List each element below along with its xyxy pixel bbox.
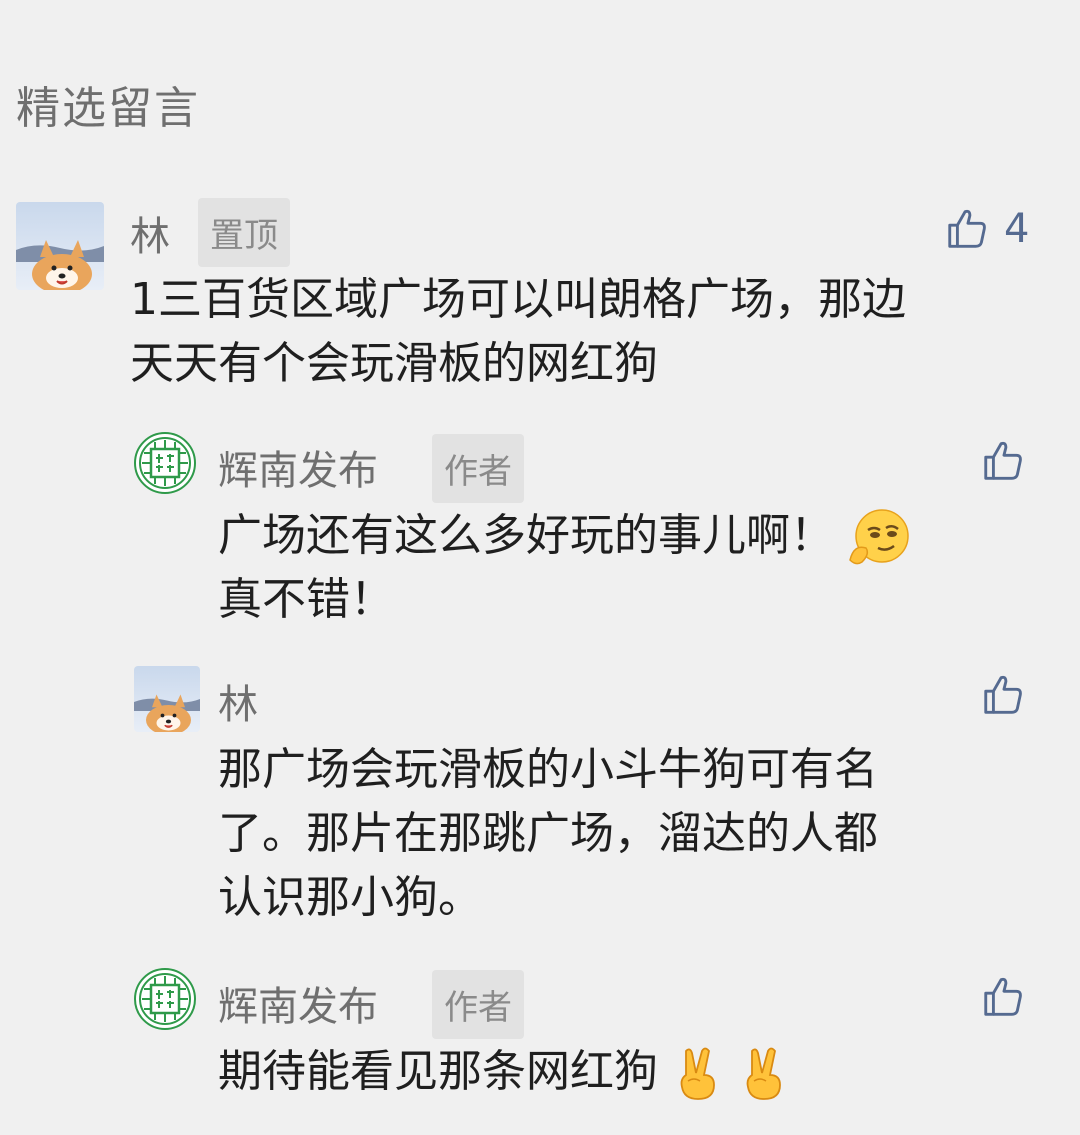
reply-item: 林 那广场会玩滑板的小斗牛狗可有名 了。那片在那跳广场，溜达的人都 认识那小狗。 xyxy=(134,666,1034,936)
reply-line: 认识那小狗。 xyxy=(218,872,482,923)
commenter-name[interactable]: 林 xyxy=(130,204,170,262)
reply-line: 那广场会玩滑板的小斗牛狗可有名 xyxy=(218,744,878,795)
comment-line: 天天有个会玩滑板的网红狗 xyxy=(130,338,658,389)
author-badge: 作者 xyxy=(432,434,524,503)
huinan-logo xyxy=(139,973,191,1025)
smirk-emoji xyxy=(849,509,909,565)
thumbs-up-icon xyxy=(984,441,1022,480)
thumbs-up-icon xyxy=(984,675,1022,714)
like-count: 4 xyxy=(1004,206,1030,252)
section-title: 精选留言 xyxy=(16,83,200,134)
like-button[interactable] xyxy=(980,672,1026,718)
like-button[interactable]: 4 xyxy=(944,206,1029,252)
reply-item: 辉南发布 作者 期待能看见那条网红狗 xyxy=(134,968,1034,1118)
reply-author-name[interactable]: 辉南发布 xyxy=(218,974,378,1032)
reply-line: 了。那片在那跳广场，溜达的人都 xyxy=(218,808,878,859)
thumbs-up-icon xyxy=(948,209,986,248)
comment-text: 1三百货区域广场可以叫朗格广场，那边 天天有个会玩滑板的网红狗 xyxy=(130,268,1050,396)
like-button[interactable] xyxy=(980,438,1026,484)
comment-item: 林 置顶 4 1三百货区域广场可以叫朗格广场，那边 天天有个会玩滑板的网红狗 xyxy=(16,198,1046,412)
huinan-logo xyxy=(139,437,191,489)
avatar[interactable] xyxy=(16,202,104,290)
reply-line: 期待能看见那条网红狗 xyxy=(218,1046,658,1097)
reply-author-name[interactable]: 辉南发布 xyxy=(218,438,378,496)
thumbs-up-icon xyxy=(984,977,1022,1016)
author-badge: 作者 xyxy=(432,970,524,1039)
reply-text: 那广场会玩滑板的小斗牛狗可有名 了。那片在那跳广场，溜达的人都 认识那小狗。 xyxy=(218,738,1018,930)
reply-text: 期待能看见那条网红狗 xyxy=(218,1040,1018,1104)
reply-line: 真不错！ xyxy=(218,574,394,625)
reply-item: 辉南发布 作者 广场还有这么多好玩的事儿啊！ 真不错！ xyxy=(134,432,1034,632)
avatar[interactable] xyxy=(134,432,196,494)
comment-line: 1三百货区域广场可以叫朗格广场，那边 xyxy=(130,274,906,325)
reply-author-name[interactable]: 林 xyxy=(218,672,258,730)
avatar[interactable] xyxy=(134,968,196,1030)
shiba-avatar xyxy=(134,666,200,732)
victory-hand-emoji xyxy=(746,1047,781,1100)
victory-hand-emoji xyxy=(680,1047,715,1100)
reply-text: 广场还有这么多好玩的事儿啊！ 真不错！ xyxy=(218,504,1018,632)
reply-line: 广场还有这么多好玩的事儿啊！ xyxy=(218,510,834,561)
like-button[interactable] xyxy=(980,974,1026,1020)
avatar[interactable] xyxy=(134,666,200,732)
pinned-badge: 置顶 xyxy=(198,198,290,267)
